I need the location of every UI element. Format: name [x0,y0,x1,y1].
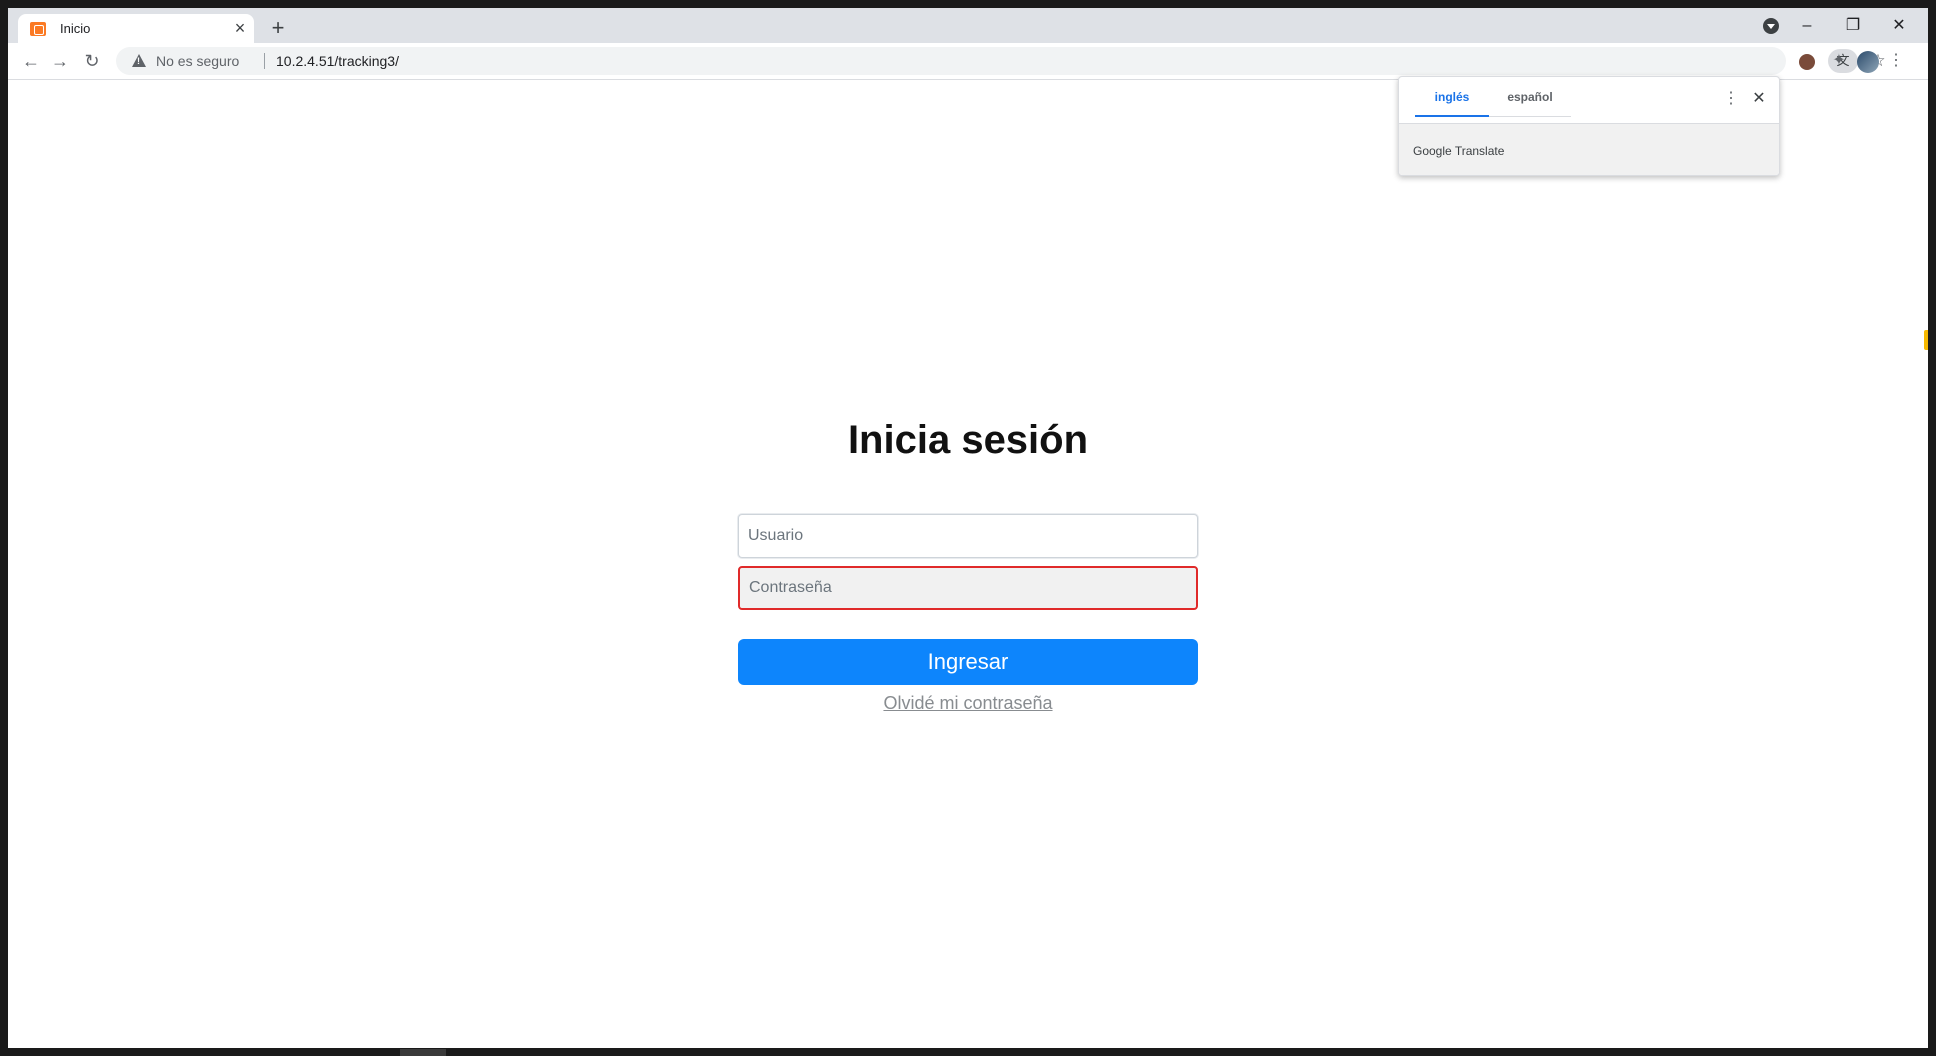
browser-window: Inicio × + – ❐ ✕ ← → ↻ No es seguro 10.2… [8,8,1928,1048]
tab-strip: Inicio × + – ❐ ✕ [8,8,1928,43]
login-button[interactable]: Ingresar [738,639,1198,685]
extensions-puzzle-icon[interactable]: ✦ [1827,49,1851,73]
minimize-icon[interactable]: – [1784,12,1830,40]
tab-title: Inicio [60,21,91,36]
tab-search-icon[interactable] [1763,18,1779,34]
back-icon[interactable]: ← [19,49,43,73]
address-bar[interactable]: No es seguro 10.2.4.51/tracking3/ 文 ☆ [116,47,1886,75]
window-close-icon[interactable]: ✕ [1876,12,1922,40]
not-secure-warning-icon[interactable] [132,54,146,67]
page-title: Inicia sesión [847,418,1089,462]
google-translate-brand: Google Translate [1413,144,1505,158]
tab-close-icon[interactable]: × [230,18,250,38]
toolbar: ← → ↻ No es seguro 10.2.4.51/tracking3/ … [8,43,1928,80]
profile-avatar[interactable] [1857,51,1879,73]
reload-icon[interactable]: ↻ [80,49,104,73]
page-content: Inicia sesión Ingresar Olvidé mi contras… [8,80,1928,1048]
translate-close-icon[interactable]: ✕ [1749,89,1769,109]
forward-icon[interactable]: → [48,49,72,73]
omnibox-divider [264,53,265,69]
tab-inicio[interactable]: Inicio × [18,14,254,43]
taskbar [0,1048,1936,1056]
taskbar-item[interactable] [400,1049,446,1056]
forgot-password-link[interactable]: Olvidé mi contraseña [8,693,1928,714]
username-input[interactable] [738,514,1198,558]
translate-popup: inglés español ⋮ ✕ Google Translate [1398,76,1780,176]
new-tab-icon[interactable]: + [266,17,290,41]
url-text[interactable]: 10.2.4.51/tracking3/ [276,53,399,69]
translate-tab-target[interactable]: español [1489,89,1571,117]
password-input[interactable] [738,566,1198,610]
security-label[interactable]: No es seguro [156,53,239,69]
restore-icon[interactable]: ❐ [1830,12,1876,40]
xampp-favicon-icon [30,22,46,36]
extension-icon[interactable] [1799,54,1815,70]
translate-footer: Google Translate [1399,123,1779,175]
translate-tab-source[interactable]: inglés [1415,89,1489,117]
chrome-menu-icon[interactable]: ⋮ [1884,49,1908,73]
translate-options-icon[interactable]: ⋮ [1721,89,1741,109]
scrollbar-marker[interactable] [1924,330,1928,350]
